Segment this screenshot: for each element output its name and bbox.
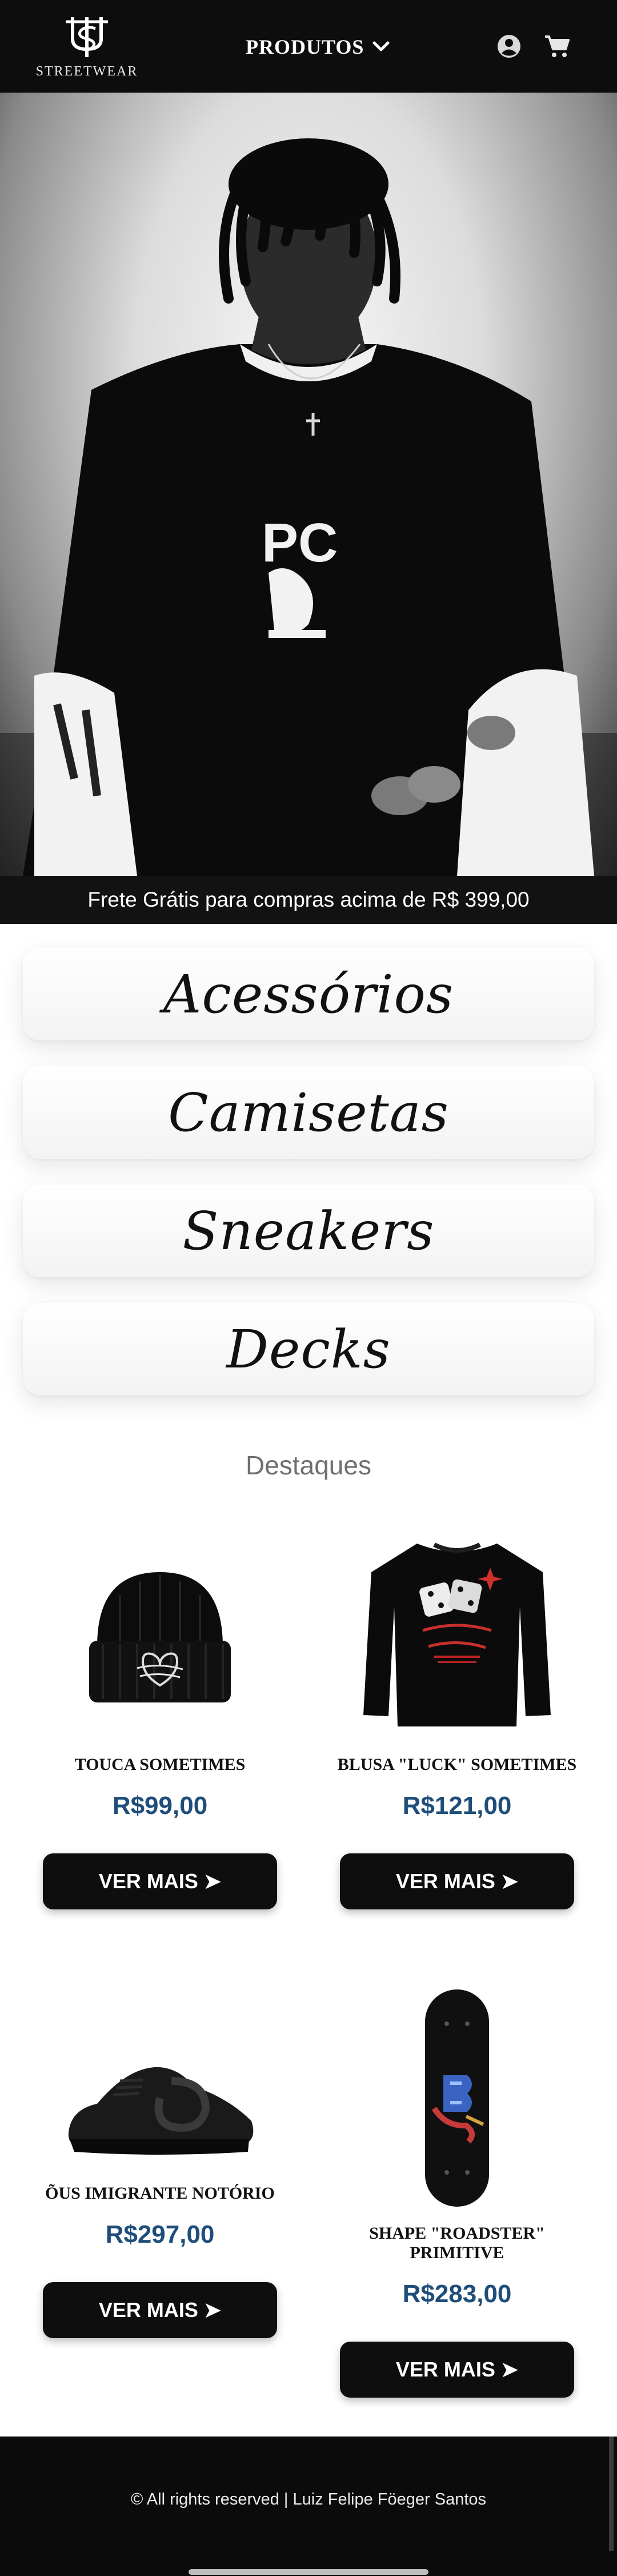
free-shipping-banner: Frete Grátis para compras acima de R$ 39…	[0, 876, 617, 924]
home-indicator	[189, 2569, 428, 2575]
product-price: R$99,00	[112, 1792, 208, 1820]
logo-mark-icon	[66, 17, 108, 57]
sneaker-image	[68, 2067, 254, 2155]
product-name: SHAPE "ROADSTER" PRIMITIVE	[369, 2224, 545, 2262]
category-label: Decks	[226, 1318, 391, 1380]
category-sneakers[interactable]: Sneakers	[23, 1185, 594, 1277]
see-more-button[interactable]: VER MAIS ➤	[43, 1853, 277, 1909]
category-label: Acessórios	[163, 963, 454, 1025]
product-price: R$297,00	[105, 2220, 215, 2248]
beanie-image	[89, 1572, 231, 1702]
product-name: BLUSA "LUCK" SOMETIMES	[337, 1755, 577, 1774]
deck-image	[425, 1989, 489, 2207]
site-header: STREETWEAR PRODUTOS	[0, 0, 617, 93]
category-label: Camisetas	[168, 1082, 449, 1143]
product-image[interactable]	[354, 1532, 560, 1738]
shirt-print-text: PC	[262, 512, 338, 573]
product-card[interactable]: SHAPE "ROADSTER" PRIMITIVE R$283,00 VER …	[326, 1984, 588, 2398]
hero-model-illustration: PC	[0, 138, 617, 876]
category-label: Sneakers	[182, 1200, 435, 1262]
product-image[interactable]	[57, 1532, 263, 1738]
product-image[interactable]	[57, 2012, 263, 2184]
product-name: ÕUS IMIGRANTE NOTÓRIO	[45, 2184, 275, 2203]
brand-logo[interactable]: STREETWEAR	[35, 14, 138, 82]
copyright-text: © All rights reserved | Luiz Felipe Föeg…	[130, 2490, 487, 2509]
product-name: TOUCA SOMETIMES	[74, 1755, 246, 1774]
logo-text: STREETWEAR	[35, 64, 138, 79]
product-price: R$283,00	[402, 2280, 512, 2308]
see-more-button[interactable]: VER MAIS ➤	[340, 1853, 574, 1909]
category-decks[interactable]: Decks	[23, 1303, 594, 1395]
category-acessorios[interactable]: Acessórios	[23, 948, 594, 1040]
product-card[interactable]: TOUCA SOMETIMES R$99,00 VER MAIS ➤	[29, 1532, 291, 1909]
user-icon	[498, 35, 520, 58]
scrollbar[interactable]	[609, 2437, 614, 2551]
hero-image: PC	[0, 93, 617, 876]
cart-button[interactable]	[543, 32, 571, 61]
featured-title: Destaques	[246, 1450, 371, 1480]
free-shipping-text: Frete Grátis para compras acima de R$ 39…	[87, 888, 530, 911]
site-footer: © All rights reserved | Luiz Felipe Föeg…	[0, 2437, 617, 2576]
see-more-button[interactable]: VER MAIS ➤	[340, 2342, 574, 2398]
products-menu-button[interactable]: PRODUTOS	[246, 31, 390, 63]
product-image[interactable]	[354, 1984, 560, 2207]
see-more-button[interactable]: VER MAIS ➤	[43, 2282, 277, 2338]
category-camisetas[interactable]: Camisetas	[23, 1066, 594, 1159]
chevron-down-icon	[372, 41, 390, 51]
cart-icon	[545, 35, 570, 57]
product-card[interactable]: ÕUS IMIGRANTE NOTÓRIO R$297,00 VER MAIS …	[29, 2012, 291, 2338]
products-menu-label: PRODUTOS	[246, 35, 364, 58]
longsleeve-image	[363, 1542, 551, 1726]
product-price: R$121,00	[402, 1792, 512, 1820]
user-account-button[interactable]	[495, 32, 523, 61]
product-card[interactable]: BLUSA "LUCK" SOMETIMES R$121,00 VER MAIS…	[326, 1532, 588, 1909]
